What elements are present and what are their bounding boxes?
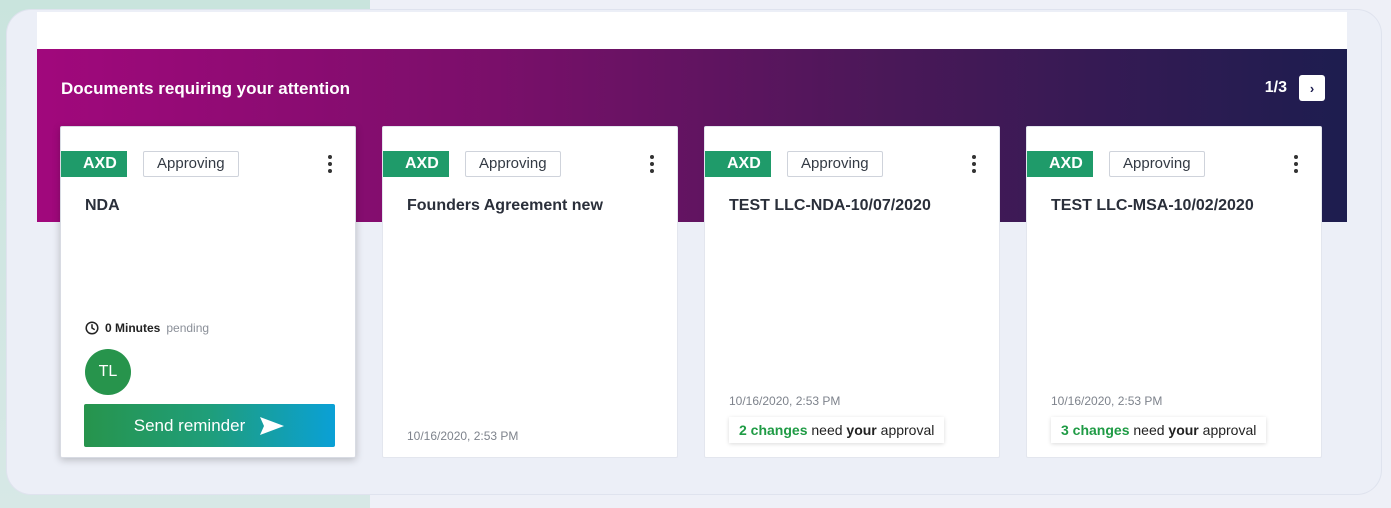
more-options-icon[interactable] [1289,152,1303,176]
send-reminder-label: Send reminder [133,415,246,435]
pager-count: 1/3 [1264,79,1287,96]
changes-count: 2 changes [739,422,808,438]
document-card-test-nda[interactable]: AXD Approving TEST LLC-NDA-10/07/2020 10… [704,126,1000,458]
card-header: AXD Approving [1027,151,1321,177]
company-tag: AXD [705,151,771,177]
banner-title: Documents requiring your attention [61,79,351,98]
card-header: AXD Approving [383,151,677,177]
status-badge: Approving [465,151,561,177]
changes-approval: approval [880,422,935,438]
more-options-icon[interactable] [967,152,981,176]
document-title: Founders Agreement new [407,197,603,214]
card-header: AXD Approving [705,151,999,177]
clock-icon [85,321,99,335]
company-tag: AXD [383,151,449,177]
document-card-test-msa[interactable]: AXD Approving TEST LLC-MSA-10/02/2020 10… [1026,126,1322,458]
document-title: TEST LLC-MSA-10/02/2020 [1051,197,1254,214]
changes-your: your [1168,422,1199,438]
more-options-icon[interactable] [323,152,337,176]
status-badge: Approving [1109,151,1205,177]
pager: 1/3 › [1265,75,1325,101]
status-badge: Approving [143,151,239,177]
send-reminder-button[interactable]: Send reminder [84,404,335,447]
changes-approval-badge[interactable]: 2 changes need your approval [729,417,945,443]
pending-time: 0 Minutes pending [85,321,209,335]
document-timestamp: 10/16/2020, 2:53 PM [407,429,519,443]
document-card-nda[interactable]: AXD Approving NDA 0 Minutes pending TL S… [60,126,356,458]
next-page-button[interactable]: › [1299,75,1325,101]
changes-count: 3 changes [1061,422,1130,438]
changes-approval-badge[interactable]: 3 changes need your approval [1051,417,1267,443]
company-tag: AXD [61,151,127,177]
changes-approval: approval [1202,422,1257,438]
card-header: AXD Approving [61,151,355,177]
document-card-founders[interactable]: AXD Approving Founders Agreement new 10/… [382,126,678,458]
changes-your: your [846,422,877,438]
pending-value: 0 Minutes [105,321,161,335]
company-tag: AXD [1027,151,1093,177]
more-options-icon[interactable] [645,152,659,176]
document-timestamp: 10/16/2020, 2:53 PM [1051,394,1163,408]
document-title: TEST LLC-NDA-10/07/2020 [729,197,931,214]
send-icon [260,416,285,435]
avatar[interactable]: TL [85,349,131,395]
document-title: NDA [85,197,120,214]
pending-label: pending [166,321,210,335]
document-timestamp: 10/16/2020, 2:53 PM [729,394,841,408]
status-badge: Approving [787,151,883,177]
panel-top-strip [37,12,1347,50]
changes-need: need [1133,422,1165,438]
changes-need: need [811,422,843,438]
